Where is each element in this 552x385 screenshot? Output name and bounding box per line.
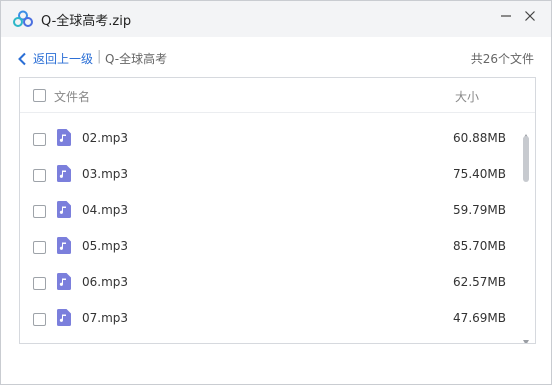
- close-icon: [525, 11, 535, 21]
- file-size: 75.40MB: [453, 167, 506, 181]
- row-checkbox[interactable]: [33, 169, 46, 182]
- audio-file-icon: [57, 165, 71, 182]
- file-size: 59.79MB: [453, 203, 506, 217]
- dialog-window: Q-全球高考.zip 返回上一级 | Q-全球高考 共26个文件 文件名 大小: [0, 0, 552, 385]
- vertical-scrollbar[interactable]: [520, 124, 532, 343]
- row-checkbox[interactable]: [33, 277, 46, 290]
- file-size: 47.69MB: [453, 311, 506, 325]
- file-list-panel: 文件名 大小 02.mp3 60.88MB 03.mp3 75.40MB 04.…: [19, 77, 536, 344]
- select-all-checkbox[interactable]: [33, 89, 46, 102]
- list-item[interactable]: 07.mp3 47.69MB: [20, 301, 520, 337]
- row-checkbox[interactable]: [33, 133, 46, 146]
- list-item[interactable]: 05.mp3 85.70MB: [20, 229, 520, 265]
- audio-file-icon: [57, 237, 71, 254]
- file-name: 02.mp3: [82, 131, 129, 145]
- audio-file-icon: [57, 129, 71, 146]
- file-name: 03.mp3: [82, 167, 129, 181]
- minimize-icon: [501, 15, 511, 17]
- scroll-thumb[interactable]: [523, 136, 529, 182]
- app-logo-icon: [13, 10, 33, 28]
- title-bar[interactable]: Q-全球高考.zip: [1, 1, 551, 37]
- header-name: 文件名: [54, 90, 91, 104]
- row-checkbox[interactable]: [33, 241, 46, 254]
- chevron-left-icon[interactable]: [17, 51, 27, 70]
- file-name: 05.mp3: [82, 239, 129, 253]
- minimize-button[interactable]: [495, 5, 517, 27]
- window-title: Q-全球高考.zip: [41, 14, 132, 29]
- scroll-down-icon[interactable]: [523, 330, 529, 343]
- audio-file-icon: [57, 273, 71, 290]
- file-size: 62.57MB: [453, 275, 506, 289]
- audio-file-icon: [57, 201, 71, 218]
- list-item[interactable]: 03.mp3 75.40MB: [20, 157, 520, 193]
- file-size: 60.88MB: [453, 131, 506, 145]
- row-checkbox[interactable]: [33, 313, 46, 326]
- list-item[interactable]: 06.mp3 62.57MB: [20, 265, 520, 301]
- breadcrumb-current: Q-全球高考: [105, 52, 168, 66]
- header-size: 大小: [455, 90, 480, 104]
- close-button[interactable]: [519, 5, 541, 27]
- file-name: 07.mp3: [82, 311, 129, 325]
- list-item[interactable]: 04.mp3 59.79MB: [20, 193, 520, 229]
- file-name: 04.mp3: [82, 203, 129, 217]
- file-size: 85.70MB: [453, 239, 506, 253]
- list-header: 文件名 大小: [20, 78, 535, 113]
- file-count: 共26个文件: [470, 52, 534, 66]
- file-name: 06.mp3: [82, 275, 129, 289]
- audio-file-icon: [57, 309, 71, 326]
- breadcrumb-separator: |: [97, 49, 102, 64]
- row-checkbox[interactable]: [33, 205, 46, 218]
- back-link[interactable]: 返回上一级: [33, 50, 93, 67]
- list-item[interactable]: 02.mp3 60.88MB: [20, 121, 520, 157]
